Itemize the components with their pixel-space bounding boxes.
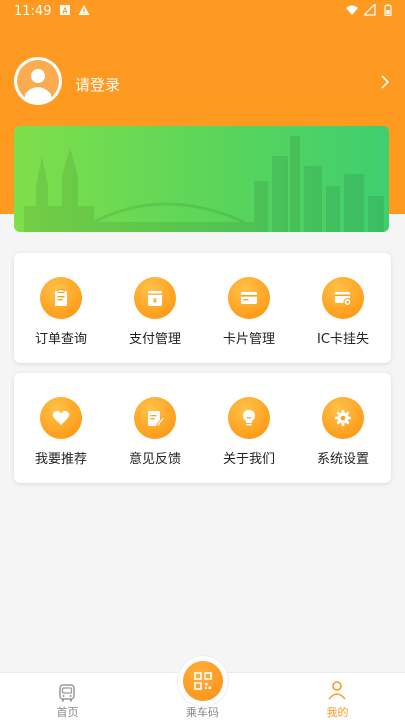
nav-home-label: 首页 (56, 706, 79, 719)
notification-a-icon: A (60, 5, 70, 16)
menu-ic-card-loss[interactable]: IC卡挂失 (296, 253, 390, 363)
menu-label: 卡片管理 (222, 332, 275, 347)
heart-icon (40, 397, 82, 439)
menu-label: 订单查询 (34, 332, 87, 347)
status-time: 11:49 (14, 4, 52, 19)
menu-label: 关于我们 (222, 452, 275, 467)
menu-label: 我要推荐 (34, 452, 87, 467)
yen-wallet-icon: ¥ (134, 277, 176, 319)
nav-ride-code-label: 乘车码 (186, 706, 219, 719)
city-skyline-illustration (24, 136, 384, 232)
ride-code-button[interactable] (178, 656, 228, 706)
menu-order-query[interactable]: 订单查询 (14, 253, 108, 363)
svg-text:¥: ¥ (153, 298, 157, 305)
card-icon (228, 277, 270, 319)
user-profile-icon (328, 681, 346, 700)
qr-code-icon (194, 672, 212, 690)
user-icon (25, 69, 51, 102)
menu-label: IC卡挂失 (317, 332, 369, 347)
feedback-edit-icon (134, 397, 176, 439)
nav-mine[interactable]: 我的 (270, 673, 405, 720)
warning-icon (78, 5, 90, 15)
chevron-right-icon[interactable] (380, 75, 390, 89)
lightbulb-icon (228, 397, 270, 439)
menu-label: 系统设置 (316, 452, 369, 467)
avatar[interactable] (14, 57, 62, 105)
menu-card-management[interactable]: 卡片管理 (202, 253, 296, 363)
login-row[interactable]: 请登录 (14, 57, 394, 107)
clipboard-icon (40, 277, 82, 319)
promo-banner[interactable] (14, 126, 389, 232)
nav-mine-label: 我的 (326, 706, 349, 719)
signal-icon (364, 4, 376, 16)
menu-feedback[interactable]: 意见反馈 (108, 373, 202, 483)
menu-recommend[interactable]: 我要推荐 (14, 373, 108, 483)
menu-label: 支付管理 (128, 332, 181, 347)
menu-about-us[interactable]: 关于我们 (202, 373, 296, 483)
login-prompt[interactable]: 请登录 (75, 74, 120, 95)
more-card: 我要推荐 意见反馈 关于我们 系统设置 (14, 373, 391, 483)
battery-icon (384, 4, 392, 16)
wifi-icon (346, 5, 358, 15)
nav-home[interactable]: 首页 (0, 673, 135, 720)
services-card: 订单查询 ¥ 支付管理 卡片管理 IC卡挂失 (14, 253, 391, 363)
menu-payment-management[interactable]: ¥ 支付管理 (108, 253, 202, 363)
bus-home-icon (59, 684, 75, 702)
gear-icon (322, 397, 364, 439)
svg-text:A: A (62, 7, 68, 16)
card-lock-icon (322, 277, 364, 319)
status-bar: 11:49 A (0, 0, 405, 26)
menu-system-settings[interactable]: 系统设置 (296, 373, 390, 483)
menu-label: 意见反馈 (128, 452, 181, 467)
